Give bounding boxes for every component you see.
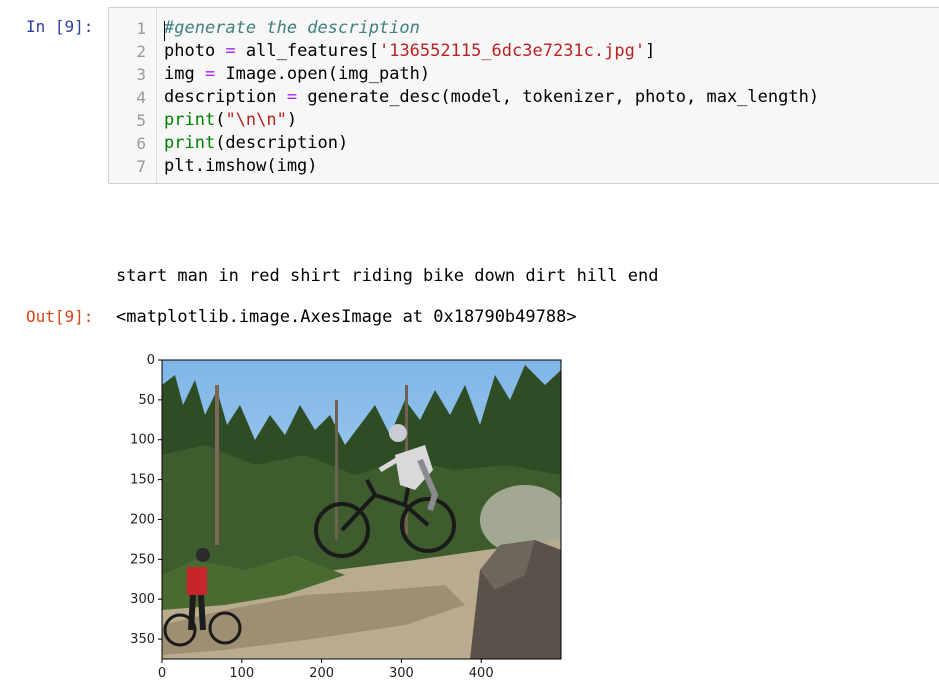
y-tick-label: 100 — [130, 433, 155, 448]
code-line: print(description) — [164, 132, 348, 155]
line-number: 2 — [136, 42, 146, 61]
code-line: description = generate_desc(model, token… — [164, 86, 819, 109]
code-token: '136552115_6dc3e7231c.jpg' — [378, 41, 646, 61]
x-tick-label: 300 — [389, 666, 414, 681]
y-tick-label: 150 — [130, 473, 155, 488]
code-token: generate_desc(model, tokenizer, photo, m… — [297, 87, 820, 107]
line-number: 7 — [136, 157, 146, 176]
code-token: = — [204, 64, 216, 84]
code-line: #generate the description — [164, 17, 420, 40]
x-tick-label: 100 — [229, 666, 254, 681]
y-tick-label: 50 — [138, 393, 155, 408]
code-token: #generate the description — [164, 18, 420, 38]
code-token: img — [164, 64, 205, 84]
line-number: 1 — [136, 19, 146, 38]
code-token: ] — [645, 41, 656, 61]
input-prompt: In [9]: — [26, 17, 94, 36]
x-tick-label: 400 — [469, 666, 494, 681]
code-token: print — [164, 110, 216, 130]
line-number: 5 — [136, 111, 146, 130]
code-token: ( — [215, 110, 226, 130]
code-line: print("\n\n") — [164, 109, 297, 132]
code-line: plt.imshow(img) — [164, 155, 318, 178]
matplotlib-figure: 0 50 100 150 200 250 300 350 0 100 200 300 400 — [130, 353, 562, 681]
line-number: 4 — [136, 88, 146, 107]
y-tick-label: 350 — [130, 632, 155, 647]
code-line: img = Image.open(img_path) — [164, 63, 430, 86]
output-prompt: Out[9]: — [26, 307, 94, 326]
code-token: = — [225, 41, 236, 61]
code-token: all_features[ — [235, 41, 379, 61]
code-token: plt.imshow(img) — [164, 156, 318, 176]
code-token: photo — [164, 41, 226, 61]
code-cell-editor[interactable]: 1234567 #generate the description photo =… — [108, 7, 939, 184]
y-tick-label: 0 — [147, 353, 155, 368]
line-number-gutter: 1 2 3 4 5 6 7 — [109, 8, 157, 183]
code-token: = — [286, 87, 298, 107]
result-output: <matplotlib.image.AxesImage at 0x18790b4… — [116, 307, 577, 327]
photo-image — [162, 360, 561, 659]
line-number: 6 — [136, 134, 146, 153]
stdout-output: start man in red shirt riding bike down … — [116, 266, 659, 286]
code-token: (description) — [215, 133, 349, 153]
code-token: ) — [286, 110, 298, 130]
x-tick-label: 200 — [309, 666, 334, 681]
code-line: photo = all_features['136552115_6dc3e723… — [164, 40, 655, 63]
code-token: print — [164, 133, 216, 153]
text-cursor — [164, 21, 165, 41]
code-token: description — [164, 87, 287, 107]
x-tick-label: 0 — [158, 666, 166, 681]
line-number: 3 — [136, 65, 146, 84]
code-token: "\n\n" — [225, 110, 287, 130]
y-tick-label: 300 — [130, 592, 155, 607]
y-tick-label: 200 — [130, 512, 155, 527]
y-tick-label: 250 — [130, 552, 155, 567]
code-token: Image.open(img_path) — [215, 64, 431, 84]
